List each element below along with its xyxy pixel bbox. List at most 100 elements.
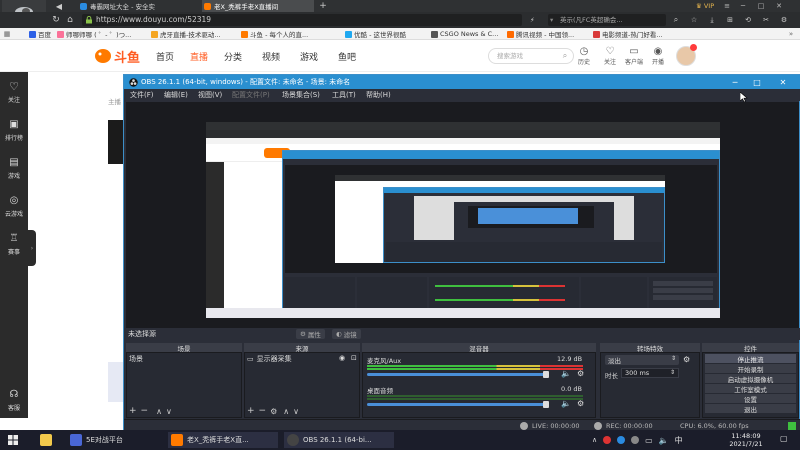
maximize-icon[interactable]: □ — [756, 1, 766, 11]
nav-fishbar[interactable]: 鱼吧 — [338, 50, 356, 63]
tray-expand-icon[interactable]: ∧ — [592, 436, 597, 444]
volume-slider-handle[interactable] — [543, 371, 549, 378]
tab-2[interactable]: 老X_秃裤手老X直播间 — [202, 0, 314, 12]
menu-file[interactable]: 文件(F) — [130, 90, 154, 100]
more-bookmarks-icon[interactable]: » — [786, 30, 796, 38]
network-icon[interactable]: ▭ — [645, 436, 653, 445]
taskbar-item-obs[interactable]: OBS 26.1.1 (64-bi... — [284, 432, 394, 448]
nav-live[interactable]: 直播 — [190, 50, 208, 63]
menu-edit[interactable]: 编辑(E) — [164, 90, 188, 100]
search-input[interactable]: ▾ 英示(凡FC英超确会... — [548, 14, 666, 26]
obs-preview[interactable] — [126, 102, 799, 328]
start-button[interactable] — [8, 432, 18, 448]
gear-icon[interactable]: ⚙ — [577, 399, 584, 408]
sidebar-item-match[interactable]: ♖ 赛事 — [0, 226, 28, 262]
nav-video[interactable]: 视频 — [262, 50, 280, 63]
source-list-item[interactable]: ▭ 显示器采集 ◉ ⊡ — [247, 354, 357, 364]
gear-icon[interactable]: ⚙ — [577, 369, 584, 378]
tray-app-icon[interactable] — [631, 436, 640, 444]
move-up-icon[interactable]: ∧ — [156, 407, 162, 416]
sidebar-item-game[interactable]: ▤ 游戏 — [0, 150, 28, 186]
nav-game[interactable]: 游戏 — [300, 50, 318, 63]
taskbar-item-5e[interactable]: 5E对战平台 — [70, 432, 160, 448]
speaker-icon[interactable]: 🔈 — [561, 369, 571, 378]
obs-minimize-icon[interactable]: ─ — [726, 76, 744, 88]
douyu-search-icon[interactable]: ⌕ — [559, 50, 571, 62]
home-icon[interactable]: ⌂ — [64, 14, 76, 26]
menu-help[interactable]: 帮助(H) — [366, 90, 391, 100]
virtual-camera-button[interactable]: 启动虚拟摄像机 — [705, 374, 796, 384]
stop-streaming-button[interactable]: 停止推流 — [705, 354, 796, 364]
stepper-icon[interactable]: ⇕ — [670, 369, 675, 376]
transition-select[interactable]: 淡出 ⇕ — [605, 355, 679, 365]
apps-icon[interactable]: ▦ — [3, 30, 11, 38]
bookmark-2[interactable]: 虎牙直播-技术驱动... — [150, 28, 221, 40]
bookmark-3[interactable]: 斗鱼 - 每个人的直... — [240, 28, 308, 40]
remove-source-icon[interactable]: − — [259, 406, 267, 416]
search-icon[interactable]: ⌕ — [670, 14, 682, 26]
bookmark-7[interactable]: 电影频道-热门好看... — [592, 28, 663, 40]
tray-app-icon[interactable] — [617, 436, 626, 444]
remove-scene-icon[interactable]: − — [141, 406, 149, 416]
new-tab-icon[interactable]: + — [318, 1, 328, 11]
extensions-icon[interactable]: ⊞ — [724, 14, 736, 26]
history-icon[interactable]: ⟲ — [742, 14, 754, 26]
sidebar-item-cloud-game[interactable]: ◎ 云游戏 — [0, 188, 28, 224]
sidebar-item-rank[interactable]: ▣ 排行榜 — [0, 112, 28, 148]
menu-tools[interactable]: 工具(T) — [332, 90, 356, 100]
obs-close-icon[interactable]: ✕ — [774, 76, 792, 88]
menu-icon[interactable]: ≡ — [722, 1, 732, 11]
vip-badge[interactable]: ♛ VIP — [696, 0, 714, 12]
refresh-icon[interactable]: ↻ — [50, 14, 62, 26]
nav-category[interactable]: 分类 — [224, 50, 242, 63]
side-banner[interactable] — [108, 362, 124, 402]
client-button[interactable]: ▭ 客户端 — [624, 46, 644, 70]
sidebar-item-service[interactable]: ☊ 客服 — [0, 382, 28, 418]
star-icon[interactable]: ☆ — [688, 14, 700, 26]
obs-window[interactable]: OBS 26.1.1 (64-bit, windows) - 配置文件: 未命名… — [123, 74, 800, 431]
transition-settings-icon[interactable]: ⚙ — [683, 355, 690, 364]
volume-slider[interactable] — [367, 373, 547, 376]
obs-maximize-icon[interactable]: □ — [748, 76, 766, 88]
taskbar-item-browser[interactable]: 老X_秃裤手老X直... — [168, 432, 278, 448]
start-live-button[interactable]: ◉ 开播 — [648, 46, 668, 70]
speaker-icon[interactable]: 🔈 — [561, 399, 571, 408]
minimize-icon[interactable]: ─ — [738, 1, 748, 11]
exit-button[interactable]: 退出 — [705, 404, 796, 414]
speed-icon[interactable]: ⚡ — [530, 14, 535, 26]
volume-slider[interactable] — [367, 403, 547, 406]
nav-home[interactable]: 首页 — [156, 50, 174, 63]
back-icon[interactable]: ◀ — [54, 1, 64, 11]
volume-slider-handle[interactable] — [543, 401, 549, 408]
douyu-logo[interactable]: 斗鱼 — [94, 45, 144, 67]
settings-button[interactable]: 设置 — [705, 394, 796, 404]
bookmark-1[interactable]: 师哪师哪 ( ゜- ゜)つ... — [56, 28, 131, 40]
bookmark-4[interactable]: 优酷 - 这世界很酷 — [344, 28, 406, 40]
move-up-icon[interactable]: ∧ — [283, 407, 289, 416]
add-source-icon[interactable]: + — [247, 406, 255, 416]
bookmark-6[interactable]: 腾讯视频 - 中国领... — [506, 28, 574, 40]
close-icon[interactable]: ✕ — [774, 1, 784, 11]
menu-view[interactable]: 视图(V) — [198, 90, 222, 100]
video-thumbnail[interactable] — [108, 120, 124, 164]
tray-app-icon[interactable] — [603, 436, 612, 444]
address-input[interactable]: https://www.douyu.com/52319 — [82, 14, 522, 26]
notification-center-icon[interactable]: ▢ — [780, 434, 792, 446]
follow-button[interactable]: ♡ 关注 — [600, 46, 620, 70]
eye-icon[interactable]: ◉ — [339, 354, 345, 362]
properties-button[interactable]: ⚙ 属性 — [296, 329, 325, 339]
start-recording-button[interactable]: 开始录制 — [705, 364, 796, 374]
sidebar-item-follow[interactable]: ♡ 关注 — [0, 74, 28, 110]
menu-scene-collection[interactable]: 场景集合(S) — [282, 90, 320, 100]
download-icon[interactable]: ⤓ — [706, 14, 718, 26]
douyu-search-input[interactable]: 搜索游戏 ⌕ — [488, 48, 574, 64]
filters-button[interactable]: ◐ 滤镜 — [332, 329, 361, 339]
sidebar-expand-handle[interactable]: › — [28, 230, 36, 266]
add-scene-icon[interactable]: + — [129, 406, 137, 416]
source-settings-icon[interactable]: ⚙ — [270, 407, 277, 416]
menu-profile[interactable]: 配置文件(P) — [232, 90, 270, 100]
input-method-icon[interactable]: 中 — [675, 435, 683, 446]
duration-input[interactable]: 300 ms ⇕ — [621, 368, 679, 378]
bookmark-5[interactable]: CSGO News & C... — [430, 28, 498, 40]
volume-icon[interactable]: 🔈 — [659, 436, 669, 445]
